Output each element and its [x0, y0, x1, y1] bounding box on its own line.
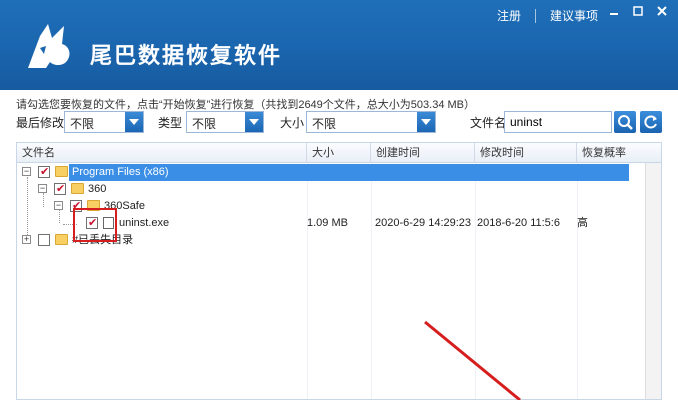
- annotation-arrow-icon: [424, 320, 521, 400]
